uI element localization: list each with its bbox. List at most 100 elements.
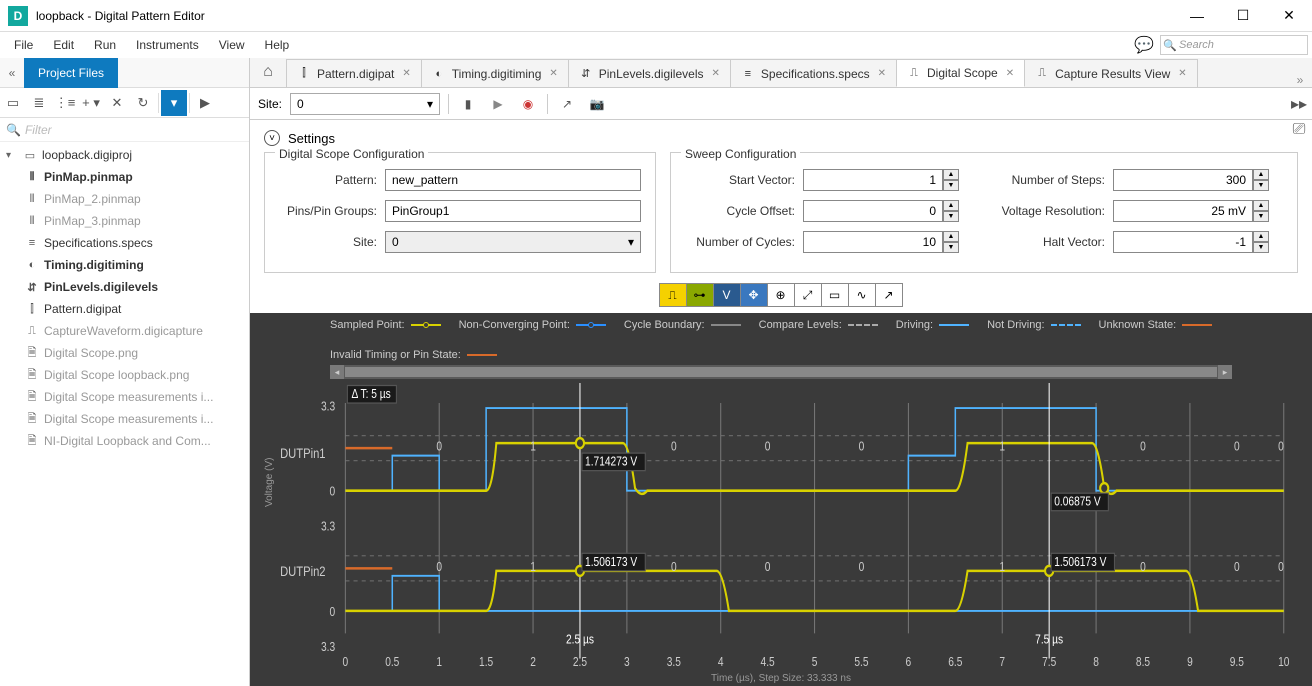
tab-pattern[interactable]: ⫿Pattern.digipat✕: [286, 59, 422, 87]
tree-item[interactable]: ⇵PinLevels.digilevels: [0, 276, 249, 298]
view-voltage-icon[interactable]: V: [713, 283, 741, 307]
svg-text:5: 5: [812, 656, 818, 669]
scroll-right-icon[interactable]: ▸: [1218, 365, 1232, 379]
legend-swatch: [939, 324, 969, 326]
tab-timing[interactable]: ◐Timing.digitiming✕: [421, 59, 569, 87]
tree-item[interactable]: 🗎Digital Scope loopback.png: [0, 364, 249, 386]
tree-item[interactable]: 🗎Digital Scope.png: [0, 342, 249, 364]
close-icon[interactable]: ✕: [1006, 68, 1014, 79]
voltage-res-input[interactable]: 25 mV: [1113, 200, 1253, 222]
spinner[interactable]: ▲▼: [943, 231, 959, 253]
spinner[interactable]: ▲▼: [1253, 200, 1269, 222]
svg-text:0: 0: [329, 486, 335, 499]
spinner[interactable]: ▲▼: [943, 200, 959, 222]
sidebar-filter-input[interactable]: 🔍 Filter: [0, 118, 249, 142]
tab-capture-results[interactable]: ⎍Capture Results View✕: [1024, 59, 1198, 87]
view-zoom-icon[interactable]: ⤢: [794, 283, 822, 307]
panel-toggle-icon[interactable]: ⎚: [1289, 120, 1309, 140]
tree-item[interactable]: ⫴PinMap_3.pinmap: [0, 210, 249, 232]
site-label: Site:: [258, 97, 282, 111]
menu-instruments[interactable]: Instruments: [126, 34, 209, 56]
cycle-offset-input[interactable]: 0: [803, 200, 943, 222]
menu-file[interactable]: File: [4, 34, 43, 56]
view-fit-icon[interactable]: ▭: [821, 283, 849, 307]
expand-icon[interactable]: ▾: [6, 150, 18, 161]
tool-list-icon[interactable]: ≣: [26, 90, 52, 116]
num-cycles-input[interactable]: 10: [803, 231, 943, 253]
tool-play-icon[interactable]: ▶: [192, 90, 218, 116]
view-waveform-icon[interactable]: ⎍: [659, 283, 687, 307]
view-export-icon[interactable]: ↗: [875, 283, 903, 307]
tree-item[interactable]: ⫴PinMap_2.pinmap: [0, 188, 249, 210]
export-icon[interactable]: ↗: [556, 93, 578, 115]
titlebar: D loopback - Digital Pattern Editor — ☐ …: [0, 0, 1312, 32]
tab-overflow-icon[interactable]: »: [1288, 73, 1312, 87]
tool-delete-icon[interactable]: ✕: [104, 90, 130, 116]
tree-item[interactable]: 🗎Digital Scope measurements i...: [0, 386, 249, 408]
tree-item[interactable]: ⫴PinMap.pinmap: [0, 166, 249, 188]
run-icon[interactable]: ▶: [487, 93, 509, 115]
abort-icon[interactable]: ▮: [457, 93, 479, 115]
scope-h-scrollbar[interactable]: ◂ ▸: [330, 365, 1232, 379]
dock-right-icon[interactable]: ▸▸: [1289, 94, 1309, 114]
close-icon[interactable]: ✕: [712, 68, 720, 79]
view-cursor-icon[interactable]: ✥: [740, 283, 768, 307]
view-sine-icon[interactable]: ∿: [848, 283, 876, 307]
svg-text:2.5 µs: 2.5 µs: [566, 634, 594, 647]
tree-item[interactable]: 🗎NI-Digital Loopback and Com...: [0, 430, 249, 452]
halt-vector-input[interactable]: -1: [1113, 231, 1253, 253]
menu-run[interactable]: Run: [84, 34, 126, 56]
close-icon[interactable]: ✕: [878, 68, 886, 79]
minimize-button[interactable]: —: [1174, 0, 1220, 32]
search-placeholder: Search: [1179, 39, 1214, 51]
tab-pinlevels[interactable]: ⇵PinLevels.digilevels✕: [568, 59, 731, 87]
menu-help[interactable]: Help: [255, 34, 300, 56]
tab-specs[interactable]: ≡Specifications.specs✕: [730, 59, 897, 87]
pattern-input[interactable]: new_pattern: [385, 169, 641, 191]
tree-item[interactable]: 🗎Digital Scope measurements i...: [0, 408, 249, 430]
site-config-select[interactable]: 0▾: [385, 231, 641, 253]
tool-refresh-icon[interactable]: ↻: [130, 90, 156, 116]
pins-input[interactable]: PinGroup1: [385, 200, 641, 222]
view-pan-icon[interactable]: ⊕: [767, 283, 795, 307]
search-input[interactable]: 🔍 Search: [1160, 35, 1308, 55]
svg-text:0: 0: [329, 606, 335, 619]
tree-root[interactable]: ▾ ▭ loopback.digiproj: [0, 144, 249, 166]
maximize-button[interactable]: ☐: [1220, 0, 1266, 32]
close-icon[interactable]: ✕: [549, 68, 557, 79]
close-button[interactable]: ✕: [1266, 0, 1312, 32]
sidebar-tab-project-files[interactable]: Project Files: [24, 58, 118, 88]
tree-item[interactable]: ⫿Pattern.digipat: [0, 298, 249, 320]
pattern-icon: ⫿: [24, 301, 40, 317]
scope-plot[interactable]: Voltage (V) Δ T: 5 µs 3.3 0 3.3 0 3.3 DU…: [276, 383, 1296, 671]
start-vector-input[interactable]: 1: [803, 169, 943, 191]
scope-area: Sampled Point: Non-Converging Point: Cyc…: [250, 313, 1312, 686]
menu-view[interactable]: View: [209, 34, 255, 56]
tool-collapse-icon[interactable]: ▭: [0, 90, 26, 116]
feedback-icon[interactable]: 💬: [1134, 35, 1154, 55]
view-legend-icon[interactable]: ⊶: [686, 283, 714, 307]
collapse-circle-icon[interactable]: ˅: [264, 130, 280, 146]
spinner[interactable]: ▲▼: [1253, 231, 1269, 253]
scope-view-toolbar: ⎍ ⊶ V ✥ ⊕ ⤢ ▭ ∿ ↗: [250, 281, 1312, 313]
num-steps-input[interactable]: 300: [1113, 169, 1253, 191]
scroll-left-icon[interactable]: ◂: [330, 365, 344, 379]
tree-item[interactable]: ≡Specifications.specs: [0, 232, 249, 254]
site-select[interactable]: 0 ▾: [290, 93, 440, 115]
tool-bullets-icon[interactable]: ⋮≡: [52, 90, 78, 116]
snapshot-icon[interactable]: 📷: [586, 93, 608, 115]
sidebar-collapse-icon[interactable]: «: [0, 66, 24, 80]
menu-edit[interactable]: Edit: [43, 34, 84, 56]
spinner[interactable]: ▲▼: [1253, 169, 1269, 191]
tool-filter-icon[interactable]: ▾: [161, 90, 187, 116]
close-icon[interactable]: ✕: [1178, 68, 1186, 79]
tool-add-icon[interactable]: + ▾: [78, 90, 104, 116]
tab-digital-scope[interactable]: ⎍Digital Scope✕: [896, 59, 1025, 87]
scrollbar-thumb[interactable]: [345, 367, 1217, 377]
record-icon[interactable]: ◉: [517, 93, 539, 115]
tree-item[interactable]: ⎍CaptureWaveform.digicapture: [0, 320, 249, 342]
close-icon[interactable]: ✕: [402, 68, 410, 79]
spinner[interactable]: ▲▼: [943, 169, 959, 191]
tree-item[interactable]: ◐Timing.digitiming: [0, 254, 249, 276]
home-button[interactable]: ⌂: [250, 57, 286, 87]
